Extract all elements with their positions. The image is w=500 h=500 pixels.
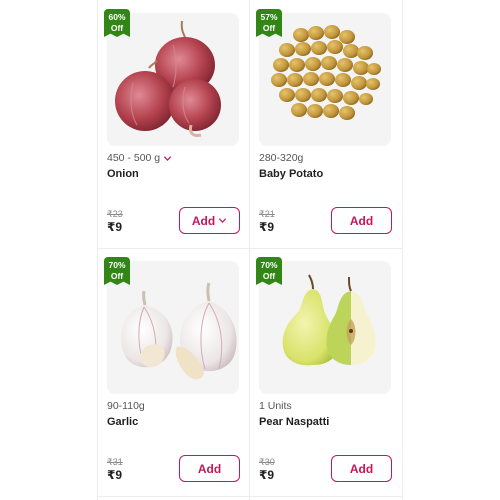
discount-badge: 60% Off: [104, 9, 130, 37]
selling-price: ₹9: [107, 468, 123, 482]
add-label: Add: [197, 461, 222, 476]
quantity-label: 280-320g: [259, 152, 304, 164]
quantity-label: 90-110g: [107, 400, 145, 412]
product-card-baby-potato[interactable]: 57% Off 280-320g Baby Potato ₹21 ₹9 Add: [249, 0, 401, 248]
product-name: Onion: [107, 168, 139, 180]
quantity-selector[interactable]: 450 - 500 g: [107, 152, 172, 164]
discount-badge: 57% Off: [256, 9, 282, 37]
quantity-label: 1 Units: [259, 400, 292, 412]
add-button[interactable]: Add: [331, 207, 392, 234]
chevron-down-icon: [219, 218, 227, 224]
original-price: ₹21: [259, 209, 275, 219]
discount-badge: 70% Off: [256, 257, 282, 285]
add-label: Add: [349, 213, 374, 228]
product-card-pear-naspatti[interactable]: 70% Off 1 Units Pear Naspatti ₹30 ₹9 Add: [249, 248, 401, 496]
quantity-label: 450 - 500 g: [107, 152, 161, 164]
product-card-onion[interactable]: 60% Off 450 - 500 g Onion ₹23 ₹9 Add: [97, 0, 249, 248]
product-name: Pear Naspatti: [259, 416, 330, 428]
chevron-down-icon: [164, 155, 172, 161]
grid-divider: [402, 0, 403, 500]
product-name: Baby Potato: [259, 168, 324, 180]
selling-price: ₹9: [107, 220, 123, 234]
add-label: Add: [349, 461, 374, 476]
selling-price: ₹9: [259, 220, 275, 234]
grid-divider: [97, 496, 403, 497]
selling-price: ₹9: [259, 468, 275, 482]
add-button[interactable]: Add: [179, 207, 240, 234]
original-price: ₹30: [259, 457, 275, 467]
original-price: ₹31: [107, 457, 123, 467]
add-label: Add: [191, 213, 216, 228]
product-card-garlic[interactable]: 70% Off 90-110g Garlic ₹31 ₹9 Add: [97, 248, 249, 496]
product-name: Garlic: [107, 416, 139, 428]
original-price: ₹23: [107, 209, 123, 219]
discount-badge: 70% Off: [104, 257, 130, 285]
product-grid: 60% Off 450 - 500 g Onion ₹23 ₹9 Add 57%…: [97, 0, 403, 500]
add-button[interactable]: Add: [179, 455, 240, 482]
add-button[interactable]: Add: [331, 455, 392, 482]
